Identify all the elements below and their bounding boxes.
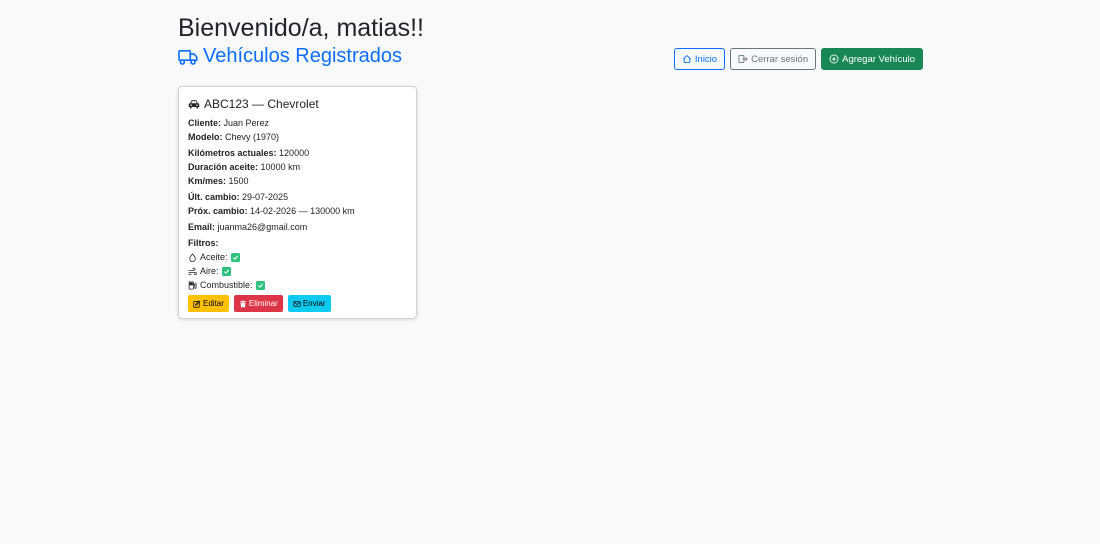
edit-button-label: Editar (203, 299, 224, 308)
last-change-row: Últ. cambio: 29-07-2025 (188, 190, 407, 204)
client-row: Cliente: Juan Perez (188, 116, 407, 130)
send-button-label: Enviar (302, 299, 326, 308)
add-vehicle-button[interactable]: Agregar Vehículo (821, 48, 923, 70)
filters-heading: Filtros: (188, 236, 407, 250)
checkmark-icon (255, 280, 265, 290)
model-value: Chevy (1970) (225, 132, 280, 142)
km-month-label: Km/mes: (188, 176, 227, 186)
checkmark-icon (221, 266, 231, 276)
model-label: Modelo: (188, 132, 223, 142)
vehicle-card: ABC123 — Chevrolet Cliente: Juan Perez M… (178, 86, 417, 319)
km-month-row: Km/mes: 1500 (188, 174, 407, 188)
email-value: juanma26@gmail.com (217, 222, 308, 232)
logout-icon (738, 55, 748, 63)
client-value: Juan Perez (223, 118, 270, 128)
last-change-value: 29-07-2025 (242, 192, 289, 202)
toolbar: Inicio Cerrar sesión Agregar Vehículo (673, 48, 923, 70)
add-vehicle-button-label: Agregar Vehículo (842, 53, 915, 65)
filter-fuel: Combustible: (188, 278, 407, 292)
checkmark-icon (230, 252, 240, 262)
email-row: Email: juanma26@gmail.com (188, 220, 407, 234)
edit-button[interactable]: Editar (188, 295, 229, 312)
car-icon (188, 100, 200, 109)
section-title: Vehículos Registrados (178, 45, 402, 68)
filter-oil-label: Aceite: (200, 252, 228, 262)
next-change-row: Próx. cambio: 14-02-2026 — 130000 km (188, 204, 407, 218)
section-title-text: Vehículos Registrados (203, 45, 403, 67)
home-button[interactable]: Inicio (673, 48, 726, 70)
fuel-pump-icon (188, 280, 197, 290)
vehicle-card-title: ABC123 — Chevrolet (188, 96, 407, 112)
filter-air-label: Aire: (200, 266, 219, 276)
km-month-value: 1500 (228, 176, 249, 186)
km-row: Kilómetros actuales: 120000 (188, 146, 407, 160)
filter-oil: Aceite: (188, 250, 407, 264)
delete-button-label: Eliminar (248, 299, 278, 308)
home-button-label: Inicio (694, 53, 718, 65)
send-button[interactable]: Enviar (287, 295, 331, 312)
client-label: Cliente: (188, 118, 222, 128)
oil-duration-label: Duración aceite: (188, 162, 259, 172)
greeting-heading: Bienvenido/a, matias!! (178, 14, 424, 42)
filters-label: Filtros: (188, 238, 219, 248)
next-change-label: Próx. cambio: (188, 206, 248, 216)
km-label: Kilómetros actuales: (188, 148, 277, 158)
trash-icon (239, 300, 246, 307)
filter-air: Aire: (188, 264, 407, 278)
email-label: Email: (188, 222, 216, 232)
next-change-value: 14-02-2026 — 130000 km (250, 206, 355, 216)
envelope-icon (293, 300, 301, 307)
droplet-icon (189, 252, 196, 262)
filter-fuel-label: Combustible: (200, 280, 253, 290)
wind-icon (188, 267, 197, 275)
logout-button-label: Cerrar sesión (751, 53, 809, 65)
model-row: Modelo: Chevy (1970) (188, 130, 407, 144)
km-value: 120000 (279, 148, 310, 158)
last-change-label: Últ. cambio: (188, 192, 240, 202)
truck-icon (178, 49, 198, 65)
card-actions: Editar Eliminar Enviar (188, 295, 407, 312)
oil-duration-value: 10000 km (260, 162, 301, 172)
plus-circle-icon (829, 54, 839, 64)
logout-button[interactable]: Cerrar sesión (730, 48, 817, 70)
vehicle-title-text: ABC123 — Chevrolet (204, 97, 319, 111)
delete-button[interactable]: Eliminar (233, 295, 283, 312)
house-icon (682, 54, 691, 63)
pencil-square-icon (193, 300, 201, 308)
oil-duration-row: Duración aceite: 10000 km (188, 160, 407, 174)
